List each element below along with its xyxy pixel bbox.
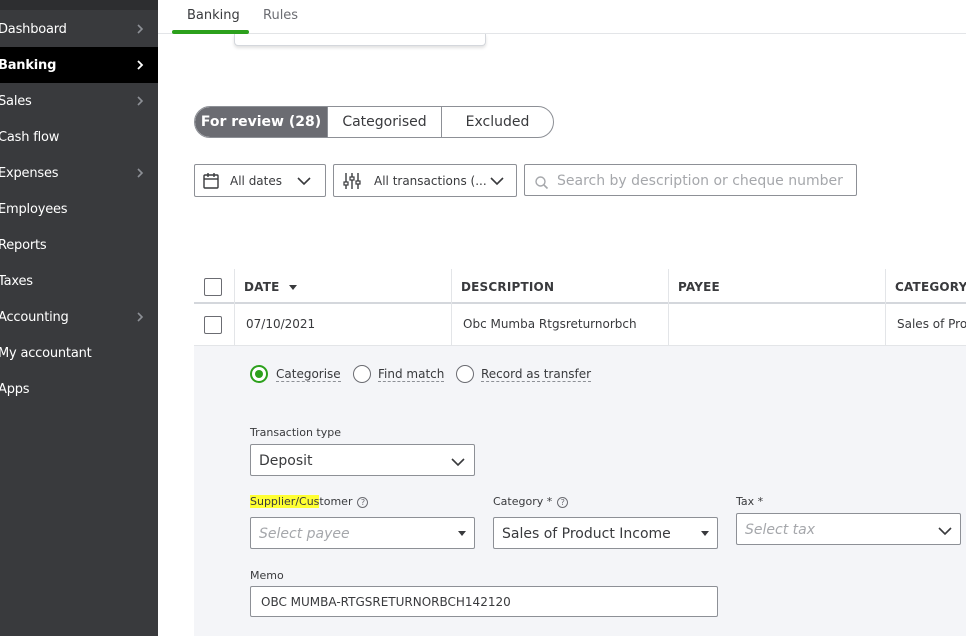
sidebar: Dashboard Banking Sales Cash flow Expens… [0, 0, 158, 636]
search-input[interactable]: Search by description or cheque number [524, 164, 857, 196]
dropdown-arrow-icon [701, 531, 709, 537]
tab-categorised[interactable]: Categorised [327, 107, 441, 137]
tax-label: Tax * [736, 495, 764, 508]
chevron-right-icon [134, 310, 146, 324]
highlighted-text: Supplier/Cus [250, 495, 320, 508]
chevron-right-icon [134, 22, 146, 36]
row-description: Obc Mumba Rtgsreturnorbch [463, 317, 637, 331]
column-header-description[interactable]: DESCRIPTION [461, 269, 554, 304]
search-icon [534, 174, 550, 194]
category-label-text: Category * [493, 495, 553, 508]
sidebar-item-cash-flow[interactable]: Cash flow [0, 119, 158, 155]
transaction-type-select[interactable]: Deposit [250, 444, 475, 476]
tab-rules[interactable]: Rules [263, 8, 298, 23]
sidebar-item-accounting[interactable]: Accounting [0, 299, 158, 335]
chevron-right-icon [134, 166, 146, 180]
review-status-toggle: For review (28) Categorised Excluded [194, 106, 554, 138]
memo-label: Memo [250, 569, 284, 582]
memo-value: OBC MUMBA-RTGSRETURNORBCH142120 [261, 595, 511, 609]
account-dropdown-panel [234, 34, 486, 46]
supplier-customer-label: Supplier/Customer? [250, 495, 369, 508]
column-header-payee[interactable]: PAYEE [678, 269, 720, 304]
supplier-customer-select[interactable]: Select payee [250, 517, 475, 549]
sidebar-item-label: Cash flow [0, 129, 60, 145]
sidebar-item-label: Accounting [0, 309, 69, 325]
sidebar-item-banking[interactable]: Banking [0, 47, 158, 83]
sidebar-item-label: Apps [0, 381, 30, 397]
category-value: Sales of Product Income [502, 526, 671, 542]
sidebar-item-label: Taxes [0, 273, 33, 289]
category-label: Category *? [493, 495, 569, 508]
sidebar-item-reports[interactable]: Reports [0, 227, 158, 263]
transactions-table-header: DATE DESCRIPTION PAYEE CATEGORY [194, 269, 966, 304]
calendar-icon [203, 172, 219, 193]
sidebar-item-label: My accountant [0, 345, 92, 361]
row-category: Sales of Prod [897, 317, 966, 331]
table-row[interactable]: 07/10/2021 Obc Mumba Rtgsreturnorbch Sal… [194, 305, 966, 346]
chevron-down-icon [938, 524, 952, 540]
column-header-date[interactable]: DATE [244, 269, 297, 304]
sidebar-item-dashboard[interactable]: Dashboard [0, 11, 158, 47]
sidebar-item-sales[interactable]: Sales [0, 83, 158, 119]
chevron-down-icon [296, 175, 312, 190]
record-transfer-radio[interactable] [456, 365, 474, 383]
sidebar-item-apps[interactable]: Apps [0, 371, 158, 407]
chevron-right-icon [134, 58, 146, 72]
sort-down-icon [288, 284, 297, 291]
find-match-radio[interactable] [353, 365, 371, 383]
chevron-right-icon [134, 94, 146, 108]
memo-input[interactable]: OBC MUMBA-RTGSRETURNORBCH142120 [250, 586, 718, 617]
sidebar-item-label: Employees [0, 201, 68, 217]
sidebar-item-my-accountant[interactable]: My accountant [0, 335, 158, 371]
tab-for-review[interactable]: For review (28) [195, 107, 327, 137]
column-header-date-label: DATE [244, 279, 280, 294]
sidebar-item-label: Reports [0, 237, 47, 253]
tax-placeholder: Select tax [745, 522, 815, 538]
category-select[interactable]: Sales of Product Income [493, 517, 718, 549]
supplier-customer-label-rest: tomer [319, 495, 353, 508]
help-icon[interactable]: ? [557, 497, 569, 508]
sidebar-item-label: Expenses [0, 165, 59, 181]
find-match-radio-label[interactable]: Find match [378, 367, 445, 382]
sidebar-item-label: Banking [0, 57, 57, 73]
sidebar-item-label: Sales [0, 93, 32, 109]
sliders-icon [343, 172, 361, 193]
categorise-radio-label[interactable]: Categorise [276, 367, 341, 382]
record-transfer-radio-label[interactable]: Record as transfer [481, 367, 592, 382]
sidebar-item-taxes[interactable]: Taxes [0, 263, 158, 299]
sidebar-item-employees[interactable]: Employees [0, 191, 158, 227]
tax-select[interactable]: Select tax [736, 513, 961, 545]
sidebar-item-expenses[interactable]: Expenses [0, 155, 158, 191]
row-checkbox[interactable] [204, 316, 222, 334]
page-tabs: Banking Rules [158, 0, 966, 34]
search-placeholder: Search by description or cheque number [557, 173, 843, 189]
select-all-checkbox[interactable] [204, 278, 222, 296]
chevron-down-icon [451, 455, 465, 471]
help-icon[interactable]: ? [357, 497, 369, 508]
chevron-down-icon [489, 175, 505, 190]
tab-banking[interactable]: Banking [187, 8, 240, 23]
row-date: 07/10/2021 [246, 317, 316, 331]
supplier-placeholder: Select payee [259, 526, 350, 542]
transaction-type-value: Deposit [259, 453, 313, 469]
sidebar-top-strip [0, 0, 158, 10]
transaction-type-label: Transaction type [250, 426, 341, 439]
column-header-category[interactable]: CATEGORY [895, 269, 966, 304]
transaction-filter-label: All transactions (... [374, 174, 487, 188]
tab-excluded[interactable]: Excluded [441, 107, 553, 137]
dropdown-arrow-icon [458, 531, 466, 537]
transaction-filter-dropdown[interactable]: All transactions (... [333, 164, 517, 197]
date-filter-label: All dates [230, 174, 283, 188]
sidebar-item-label: Dashboard [0, 21, 67, 37]
date-filter-dropdown[interactable]: All dates [194, 164, 326, 197]
categorise-radio[interactable] [250, 365, 268, 383]
